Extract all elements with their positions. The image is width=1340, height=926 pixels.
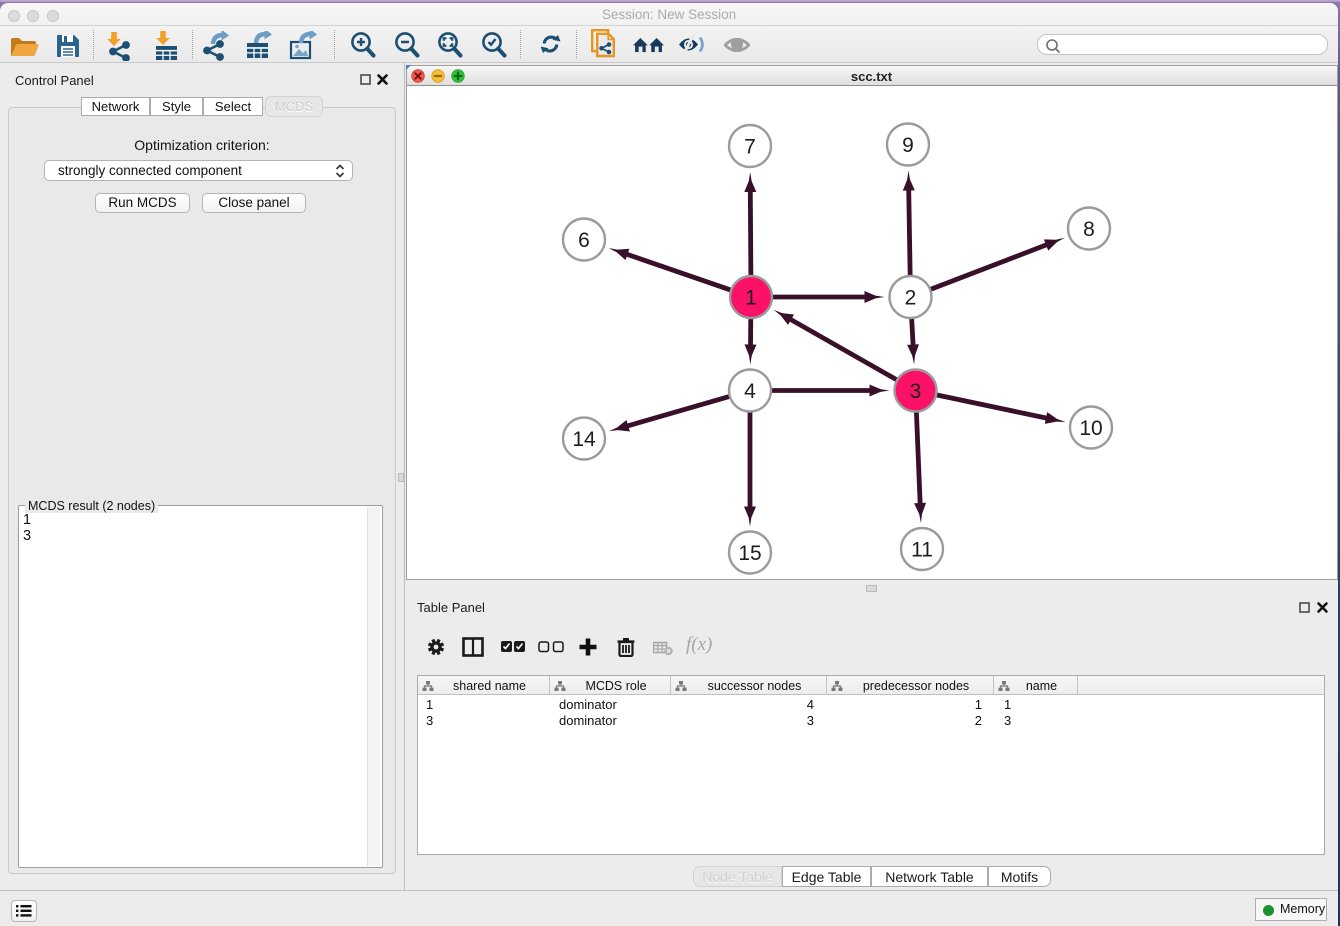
svg-text:4: 4 bbox=[744, 380, 756, 403]
svg-text:11: 11 bbox=[911, 539, 933, 562]
svg-text:6: 6 bbox=[578, 229, 590, 252]
svg-text:14: 14 bbox=[572, 428, 596, 451]
svg-text:10: 10 bbox=[1079, 417, 1102, 440]
svg-text:9: 9 bbox=[902, 134, 914, 157]
svg-text:15: 15 bbox=[738, 542, 761, 565]
svg-text:7: 7 bbox=[744, 136, 756, 159]
svg-text:1: 1 bbox=[745, 287, 757, 310]
svg-text:2: 2 bbox=[905, 287, 917, 310]
svg-text:8: 8 bbox=[1083, 218, 1095, 241]
svg-text:3: 3 bbox=[910, 380, 922, 403]
